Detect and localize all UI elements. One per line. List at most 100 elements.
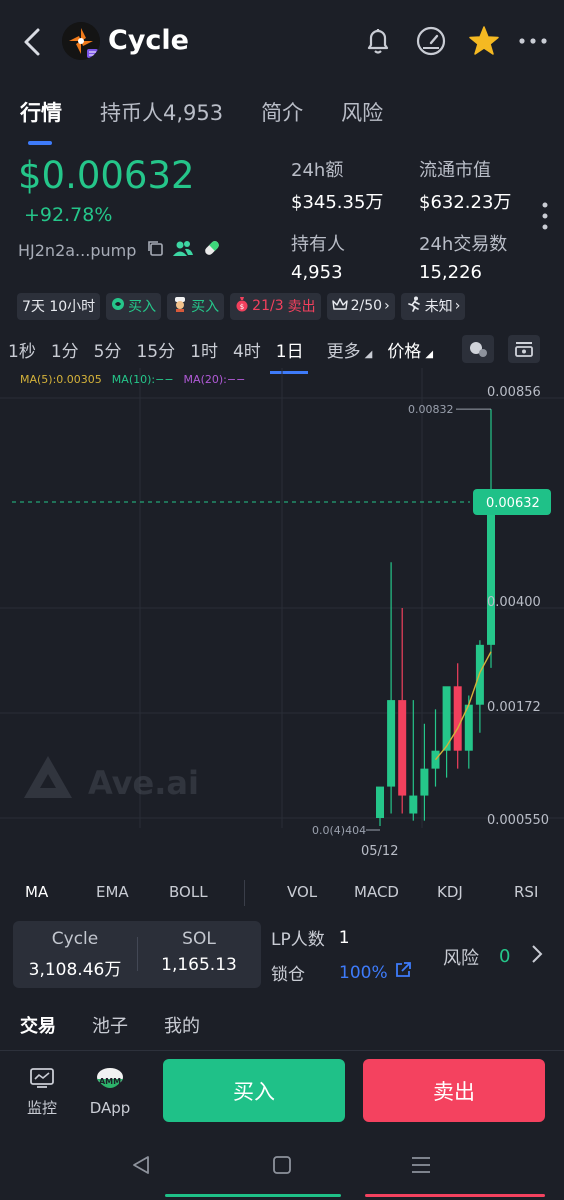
- lock-value: 100%: [339, 962, 388, 983]
- smart-money-badge[interactable]: 买入: [106, 292, 162, 320]
- dev-badge[interactable]: 买入: [167, 292, 225, 320]
- pool-sol-value: 1,165.13: [161, 955, 237, 975]
- dapp-button[interactable]: AMM DApp: [80, 1067, 140, 1117]
- candle-body: [487, 502, 495, 645]
- header: Cycle: [0, 0, 564, 84]
- ind-boll[interactable]: BOLL: [169, 883, 208, 901]
- stat-24h-volume: 24h额 $345.35万: [291, 156, 419, 214]
- ind-kdj[interactable]: KDJ: [437, 883, 463, 901]
- gauge-icon[interactable]: [414, 24, 448, 58]
- price-toggle[interactable]: 价格 ◢: [387, 337, 433, 362]
- tab-intro[interactable]: 简介: [261, 97, 303, 137]
- tab-market[interactable]: 行情: [20, 97, 62, 145]
- holders-group-icon[interactable]: [172, 239, 194, 261]
- subtab-mine[interactable]: 我的: [164, 1012, 200, 1038]
- address-row: HJ2n2a...pump: [18, 238, 222, 262]
- tf-more[interactable]: 更多 ◢: [327, 337, 373, 362]
- badge-text: 2/50: [350, 298, 383, 314]
- x-tick-label: 05/12: [361, 844, 398, 859]
- external-link-icon[interactable]: [394, 961, 412, 984]
- ind-ma[interactable]: MA: [25, 883, 48, 901]
- buy-button[interactable]: 买入: [163, 1059, 345, 1122]
- chevron-right-icon: ›: [384, 298, 390, 314]
- nav-back-icon[interactable]: [130, 1154, 152, 1180]
- current-price: $0.00632: [18, 154, 195, 197]
- lp-block: LP人数 1 锁仓 100%: [271, 925, 412, 985]
- nav-menu-icon[interactable]: [410, 1154, 432, 1180]
- tf-1m[interactable]: 1分: [51, 337, 79, 362]
- tf-more-label: 更多: [326, 341, 361, 362]
- tab-holders[interactable]: 持币人4,953: [100, 97, 223, 137]
- tf-1d[interactable]: 1日: [269, 337, 308, 374]
- candle-body: [431, 750, 440, 769]
- token-logo: [62, 22, 100, 60]
- indicator-settings-icon[interactable]: [462, 335, 495, 363]
- badge-text: 7天 10小时: [22, 299, 96, 315]
- tab-risk[interactable]: 风险: [341, 97, 383, 137]
- chef-icon: [172, 296, 188, 316]
- trade-subtabs: 交易 池子 我的: [20, 1012, 236, 1038]
- token-name: Cycle: [108, 25, 189, 56]
- stat-holders: 持有人 4,953: [291, 230, 419, 283]
- copy-icon[interactable]: [146, 239, 164, 261]
- badge-text: 未知: [424, 299, 453, 315]
- pool-token-col: Cycle 3,108.46万: [13, 929, 137, 980]
- ma-legend: MA(5):0.00305 MA(10):−− MA(20):−−: [20, 373, 245, 386]
- y-tick-label: 0.00172: [487, 700, 541, 715]
- pool-token-value: 3,108.46万: [28, 960, 122, 980]
- y-tick-label: 0.000550: [487, 813, 549, 828]
- tf-15m[interactable]: 15分: [136, 337, 175, 362]
- insider-badge[interactable]: $ 21/3 卖出: [230, 292, 321, 320]
- monitor-button[interactable]: 监控: [12, 1067, 72, 1118]
- tf-1h[interactable]: 1时: [190, 337, 218, 362]
- risk-value: 0: [499, 946, 511, 967]
- nav-home-icon[interactable]: [271, 1154, 293, 1180]
- runner-badge[interactable]: 未知 ›: [400, 292, 466, 320]
- money-bag-icon: $: [235, 296, 249, 316]
- lock-label: 锁仓: [271, 965, 305, 985]
- price-chart[interactable]: Ave.ai 0.00856 0.00400 0.00172 0.000550 0.00…: [0, 368, 564, 870]
- candle-body: [398, 700, 407, 796]
- tf-4h[interactable]: 4时: [233, 337, 261, 362]
- stat-value: 15,226: [419, 262, 482, 283]
- timeframe-tabs: 1秒 1分 5分 15分 1时 4时 1日 更多 ◢ 价格 ◢: [8, 332, 541, 374]
- lock-row[interactable]: 锁仓 100%: [271, 960, 412, 985]
- dapp-label: DApp: [89, 1099, 131, 1117]
- subtab-trades[interactable]: 交易: [20, 1012, 56, 1038]
- stat-label: 24h交易数: [419, 234, 508, 255]
- back-arrow-icon[interactable]: [18, 24, 48, 60]
- chart-settings-icon[interactable]: [508, 335, 541, 363]
- more-icon[interactable]: [516, 24, 550, 58]
- stats-more-icon[interactable]: [538, 200, 552, 232]
- bell-icon[interactable]: [361, 24, 395, 58]
- age-badge[interactable]: 7天 10小时: [17, 292, 101, 320]
- chevron-right-icon: ›: [454, 298, 461, 314]
- candle-body: [409, 795, 418, 814]
- svg-text:AMM: AMM: [99, 1077, 121, 1086]
- star-icon[interactable]: [467, 24, 501, 58]
- ind-vol[interactable]: VOL: [287, 883, 317, 901]
- candle-body: [387, 700, 396, 787]
- ma5-legend: MA(5):0.00305: [20, 373, 102, 386]
- system-nav-bar: [0, 1134, 564, 1200]
- tf-5m[interactable]: 5分: [94, 337, 122, 362]
- pool-sol-label: SOL: [182, 929, 216, 949]
- sell-button[interactable]: 卖出: [363, 1059, 545, 1122]
- sell-indicator-bar: [365, 1194, 545, 1197]
- chevron-right-icon: [530, 943, 544, 970]
- badge-row: 7天 10小时 买入 买入 $ 21/3 卖出 2/50 › 未知 ›: [17, 292, 471, 320]
- rank-badge[interactable]: 2/50 ›: [326, 292, 395, 320]
- token-address: HJ2n2a...pump: [18, 240, 137, 260]
- candle-body: [475, 644, 484, 705]
- y-tick-label: 0.00400: [487, 595, 541, 610]
- risk-link[interactable]: 风险 0: [443, 943, 544, 970]
- tf-1s[interactable]: 1秒: [8, 337, 36, 362]
- ma10-legend: MA(10):−−: [111, 373, 174, 386]
- badge-text: 买入: [128, 299, 157, 315]
- ind-rsi[interactable]: RSI: [514, 883, 538, 901]
- subtab-pools[interactable]: 池子: [92, 1012, 128, 1038]
- pool-card[interactable]: Cycle 3,108.46万 SOL 1,165.13: [13, 921, 261, 988]
- pill-icon[interactable]: [202, 238, 222, 262]
- ind-ema[interactable]: EMA: [96, 883, 129, 901]
- ind-macd[interactable]: MACD: [354, 883, 399, 901]
